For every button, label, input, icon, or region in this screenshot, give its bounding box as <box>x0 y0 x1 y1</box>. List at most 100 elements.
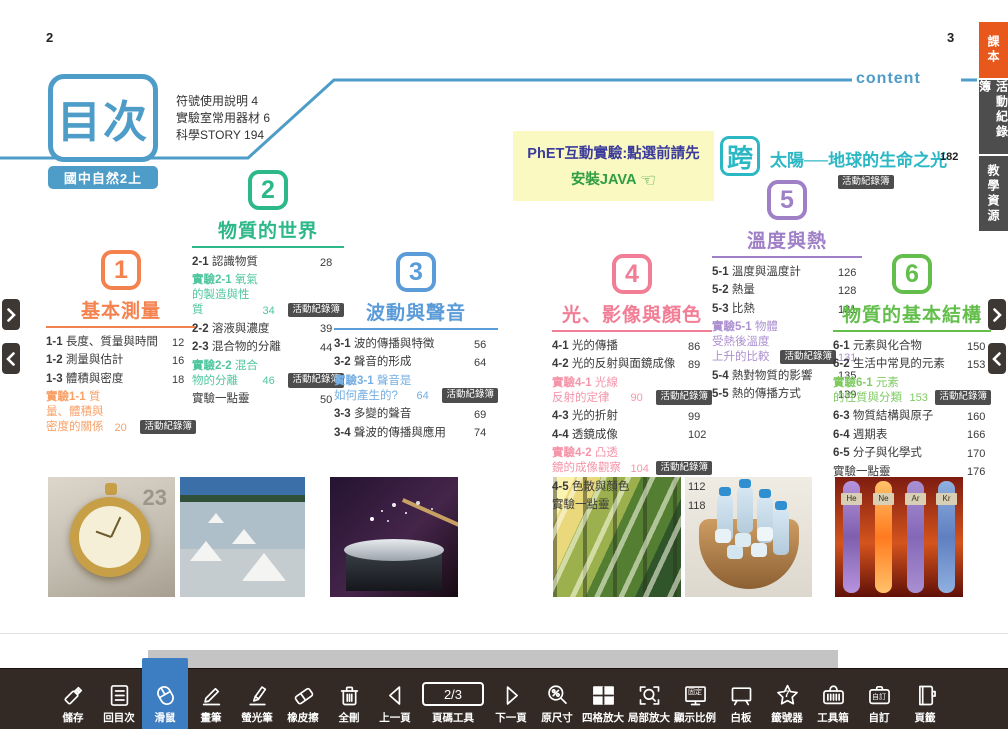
tool-prev-page[interactable]: 上一頁 <box>372 668 418 729</box>
chapter-4: 4光、影像與顏色4-1 光的傳播864-2 光的反射與面鏡成像89實驗4-1 光… <box>552 254 712 516</box>
phet-note[interactable]: PhET互動實驗:點選前請先 安裝JAVA ☜ <box>513 131 714 201</box>
toc-item[interactable]: 實驗2-2 混合物的分離46活動紀錄簿 <box>192 359 344 389</box>
toc-item[interactable]: 6-1 元素與化合物150 <box>833 339 991 354</box>
toc-item[interactable]: 3-1 波的傳播與特徵56 <box>334 337 498 352</box>
gas-label: Kr <box>936 493 957 505</box>
toc-item[interactable]: 3-4 聲波的傳播與應用74 <box>334 426 498 441</box>
monitor-icon: 固定 <box>681 681 709 709</box>
toc-item[interactable]: 6-2 生活中常見的元素153 <box>833 357 991 372</box>
toc-item[interactable]: 6-4 週期表166 <box>833 428 991 443</box>
tool-page-tool[interactable]: 2/3 頁碼工具 <box>418 668 488 729</box>
tool-display-scale[interactable]: 固定顯示比例 <box>672 668 718 729</box>
tool-label: 頁碼工具 <box>432 710 474 725</box>
toc-item[interactable]: 2-3 混合物的分離44 <box>192 340 344 355</box>
front-matter-item[interactable]: 符號使用說明 4 <box>176 93 270 110</box>
toc-item[interactable]: 2-2 溶液與濃度39 <box>192 322 344 337</box>
tool-mouse[interactable]: 滑鼠 <box>142 658 188 729</box>
tool-pen[interactable]: 畫筆 <box>188 668 234 729</box>
toc-item[interactable]: 6-3 物質結構與原子160 <box>833 409 991 424</box>
water-splash <box>370 517 374 521</box>
activity-book-tag[interactable]: 活動紀錄簿 <box>780 350 836 364</box>
toc-item-page: 176 <box>967 465 991 479</box>
activity-book-tag[interactable]: 活動紀錄簿 <box>442 388 498 402</box>
four-pane-icon <box>589 681 617 709</box>
tool-custom[interactable]: 自訂自訂 <box>856 668 902 729</box>
sidebar-tab-activity-record-book[interactable]: 活動紀錄簿 <box>979 80 1008 154</box>
tool-save[interactable]: 儲存 <box>50 668 96 729</box>
ice-cubes <box>715 529 731 543</box>
right-edge-forward-button[interactable] <box>988 299 1006 330</box>
toc-item-page: 166 <box>967 428 991 442</box>
toc-item[interactable]: 實驗一點靈176 <box>833 465 991 480</box>
zoom-percent-icon <box>543 681 571 709</box>
toc-item[interactable]: 實驗一點靈50 <box>192 392 344 407</box>
toc-item[interactable]: 實驗1-1 質量、體積與密度的關係20活動紀錄簿 <box>46 390 196 435</box>
toc-item[interactable]: 1-1 長度、質量與時間12 <box>46 335 196 350</box>
left-edge-forward-button[interactable] <box>2 299 20 330</box>
mouse-icon <box>151 681 179 709</box>
toc-item[interactable]: 1-2 測量與估計16 <box>46 353 196 368</box>
page-number-indicator[interactable]: 2/3 <box>422 682 484 706</box>
activity-book-tag[interactable]: 活動紀錄簿 <box>656 390 712 404</box>
left-edge-back-button[interactable] <box>2 343 20 374</box>
tool-highlighter[interactable]: 螢光筆 <box>234 668 280 729</box>
toc-item[interactable]: 實驗2-1 氧氣的製造與性質34活動紀錄簿 <box>192 273 344 318</box>
photo-noble-gas-discharge-tubes: He Ne Ar Kr <box>835 477 963 597</box>
horizontal-scrollbar-thumb[interactable] <box>148 650 838 668</box>
tool-eraser[interactable]: 橡皮擦 <box>280 668 326 729</box>
toc-item[interactable]: 實驗3-1 聲音是如何產生的?64活動紀錄簿 <box>334 374 498 404</box>
toc-item[interactable]: 4-4 透鏡成像102 <box>552 428 712 443</box>
tool-number-picker[interactable]: 7籤號器 <box>764 668 810 729</box>
front-matter-item[interactable]: 科學STORY 194 <box>176 127 270 144</box>
toc-item-page: 153 <box>909 391 933 405</box>
toc-item[interactable]: 4-2 光的反射與面鏡成像89 <box>552 357 712 372</box>
chapter-number-badge: 4 <box>612 254 652 294</box>
cross-topic-page: 182 <box>940 151 958 163</box>
chapter-3: 3波動與聲音3-1 波的傳播與特徵563-2 聲音的形成64實驗3-1 聲音是如… <box>334 252 498 444</box>
toc-item-page: 86 <box>688 340 712 354</box>
tool-next-page[interactable]: 下一頁 <box>488 668 534 729</box>
chevron-left-icon <box>6 352 16 366</box>
toc-item[interactable]: 2-1 認識物質28 <box>192 255 344 270</box>
tool-whiteboard[interactable]: 白板 <box>718 668 764 729</box>
toc-item-page: 69 <box>474 408 498 422</box>
tool-label: 局部放大 <box>628 710 670 725</box>
toc-title: 目次 <box>57 86 149 150</box>
sidebar-tab-textbook[interactable]: 課本 <box>979 22 1008 78</box>
tool-four-pane-zoom[interactable]: 四格放大 <box>580 668 626 729</box>
toc-item[interactable]: 4-1 光的傳播86 <box>552 339 712 354</box>
front-matter-item[interactable]: 實驗室常用器材 6 <box>176 110 270 127</box>
toc-item[interactable]: 3-3 多變的聲音69 <box>334 407 498 422</box>
toc-item[interactable]: 實驗4-1 光線反射的定律90活動紀錄簿 <box>552 376 712 406</box>
tool-region-zoom[interactable]: 局部放大 <box>626 668 672 729</box>
tool-delete-all[interactable]: 全刪 <box>326 668 372 729</box>
toc-item[interactable]: 4-3 光的折射99 <box>552 409 712 424</box>
chapter-underline <box>192 246 344 248</box>
toc-item[interactable]: 實驗一點靈118 <box>552 498 712 513</box>
right-edge-back-button[interactable] <box>988 343 1006 374</box>
toc-item-page: 112 <box>688 480 712 494</box>
toc-item-page: 99 <box>688 410 712 424</box>
toc-item-page: 46 <box>262 374 286 388</box>
toc-logo-box: 目次 <box>48 74 158 162</box>
tool-page-tabs[interactable]: 頁籤 <box>902 668 948 729</box>
tool-original-size[interactable]: 原尺寸 <box>534 668 580 729</box>
activity-book-tag[interactable]: 活動紀錄簿 <box>140 420 196 434</box>
tool-label: 白板 <box>731 710 752 725</box>
pointer-hand-icon: ☜ <box>640 170 656 190</box>
activity-book-tag[interactable]: 活動紀錄簿 <box>935 390 991 404</box>
phet-note-line1: PhET互動實驗:點選前請先 <box>513 142 714 163</box>
toc-item[interactable]: 實驗6-1 元素的性質與分類153活動紀錄簿 <box>833 376 991 406</box>
toc-item[interactable]: 6-5 分子與化學式170 <box>833 446 991 461</box>
sidebar-tab-teaching-resources[interactable]: 教學資源 <box>979 156 1008 231</box>
toc-item[interactable]: 4-5 色散與顏色112 <box>552 480 712 495</box>
activity-book-tag[interactable]: 活動紀錄簿 <box>656 461 712 475</box>
toc-item-page: 160 <box>967 410 991 424</box>
toc-item[interactable]: 1-3 體積與密度18 <box>46 372 196 387</box>
cross-topic-link[interactable]: 太陽──地球的生命之光 <box>770 146 947 171</box>
toc-item[interactable]: 3-2 聲音的形成64 <box>334 355 498 370</box>
tool-toolbox[interactable]: 工具箱 <box>810 668 856 729</box>
tool-back-to-toc[interactable]: 回目次 <box>96 668 142 729</box>
toc-item[interactable]: 實驗4-2 凸透鏡的成像觀察104活動紀錄簿 <box>552 446 712 476</box>
star-icon: 7 <box>773 681 801 709</box>
